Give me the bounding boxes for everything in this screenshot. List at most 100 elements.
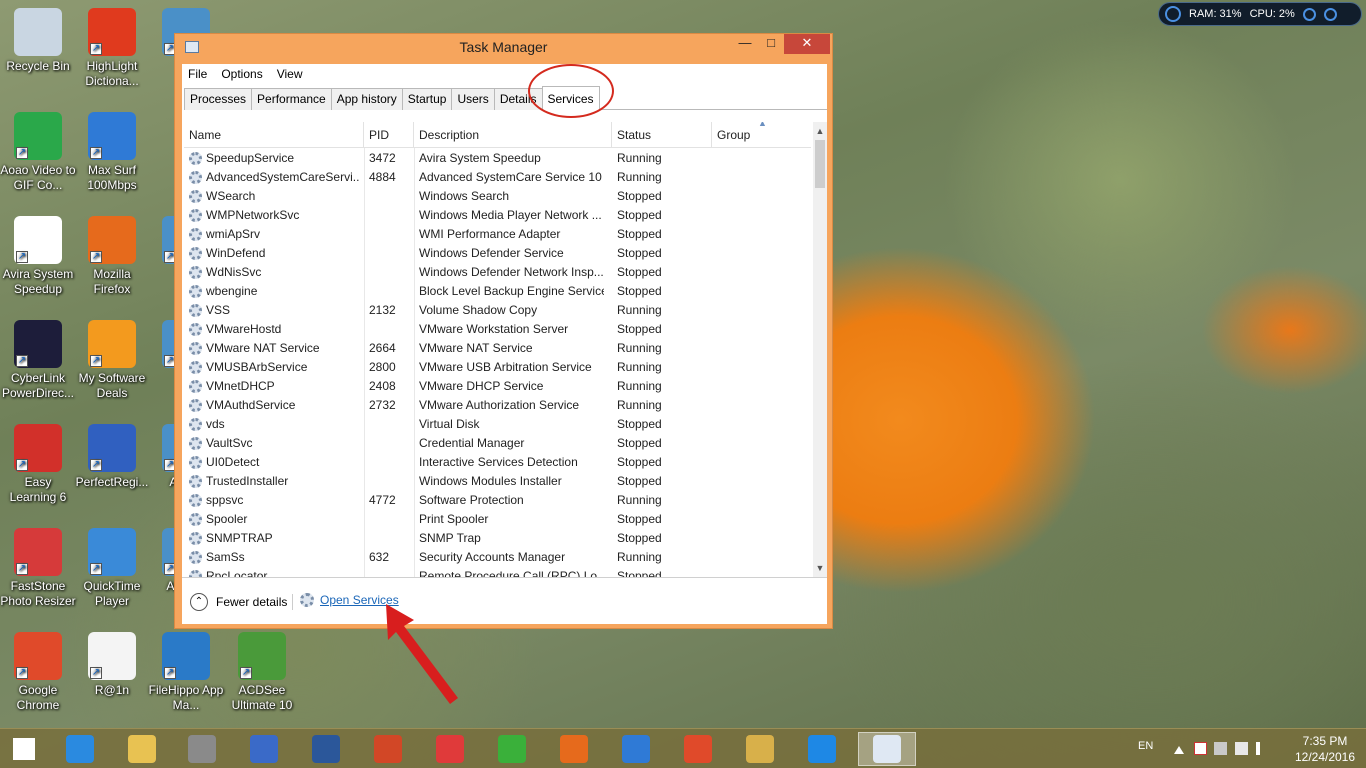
taskbar-abc-button[interactable] (244, 732, 284, 766)
service-status: Stopped (617, 227, 662, 241)
desktop-icon[interactable]: ↗ QuickTime Player (74, 528, 150, 609)
desktop-icon[interactable]: ↗ My Software Deals (74, 320, 150, 401)
desktop-icon[interactable]: ↗ Google Chrome (0, 632, 76, 713)
service-pid: 2664 (369, 341, 396, 355)
table-row[interactable]: VMAuthdService 2732 VMware Authorization S… (184, 396, 811, 415)
close-button[interactable]: ✕ (784, 34, 830, 54)
ram-usage: RAM: 31% (1189, 8, 1242, 20)
scroll-up-icon[interactable]: ▲ (813, 124, 827, 138)
taskbar-paint-button[interactable] (740, 732, 780, 766)
menu-file[interactable]: File (188, 67, 207, 81)
desktop-icon-label: FastStone Photo Resizer (0, 579, 76, 608)
table-row[interactable]: vds Virtual Disk Stopped (184, 415, 811, 434)
tab-processes[interactable]: Processes (184, 88, 253, 110)
table-row[interactable]: VMnetDHCP 2408 VMware DHCP Service Running (184, 377, 811, 396)
tab-startup[interactable]: Startup (401, 88, 453, 110)
desktop-icon[interactable]: ↗ R@1n (74, 632, 150, 698)
table-row[interactable]: SpeedupService 3472 Avira System Speedup Ru… (184, 149, 811, 168)
maximize-button[interactable]: □ (757, 34, 785, 54)
desktop-icon[interactable]: ↗ FileHippo App Ma... (148, 632, 224, 713)
column-header-name[interactable]: Name (184, 122, 364, 148)
desktop-icon[interactable]: ↗ Avira System Speedup (0, 216, 76, 297)
desktop-icon[interactable]: ↗ Mozilla Firefox (74, 216, 150, 297)
table-row[interactable]: RpcLocator Remote Procedure Call (RPC) Lo… (184, 567, 811, 577)
column-header-status[interactable]: Status (612, 122, 712, 148)
taskbar-task-manager-button[interactable] (858, 732, 916, 766)
desktop-icon[interactable]: ↗ FastStone Photo Resizer (0, 528, 76, 609)
desktop-icon[interactable]: ↗ PerfectRegi... (74, 424, 150, 490)
performance-gadget[interactable]: RAM: 31% CPU: 2% (1158, 2, 1362, 26)
service-name: VMnetDHCP (206, 379, 275, 393)
desktop-icon[interactable]: ↗ Aoao Video to GIF Co... (0, 112, 76, 193)
table-row[interactable]: VMUSBArbService 2800 VMware USB Arbitratio… (184, 358, 811, 377)
paint-icon (746, 735, 774, 763)
taskbar-file-explorer-button[interactable] (122, 732, 162, 766)
gauge-icon[interactable] (1302, 7, 1316, 21)
scroll-thumb[interactable] (815, 140, 825, 188)
table-row[interactable]: VMwareHostd VMware Workstation Server Stop… (184, 320, 811, 339)
volume-icon[interactable] (1256, 742, 1269, 755)
taskbar-word-button[interactable] (306, 732, 346, 766)
expand-icon[interactable] (1323, 7, 1337, 21)
taskbar-max-surf-button[interactable] (616, 732, 656, 766)
table-row[interactable]: WMPNetworkSvc Windows Media Player Networ… (184, 206, 811, 225)
table-row[interactable]: AdvancedSystemCareServi... 4884 Advanced S… (184, 168, 811, 187)
taskbar-firewall-button[interactable] (182, 732, 222, 766)
taskbar-firefox-button[interactable] (554, 732, 594, 766)
tab-users[interactable]: Users (451, 88, 495, 110)
column-header-description[interactable]: Description (414, 122, 612, 148)
service-status: Running (617, 550, 662, 564)
table-row[interactable]: TrustedInstaller Windows Modules Installe… (184, 472, 811, 491)
table-row[interactable]: SNMPTRAP SNMP Trap Stopped (184, 529, 811, 548)
clock-time: 7:35 PM (1302, 734, 1348, 748)
service-description: VMware NAT Service (419, 341, 533, 355)
show-hidden-icons-icon[interactable] (1174, 746, 1184, 754)
vertical-scrollbar[interactable]: ▲ ▼ (813, 122, 827, 577)
tab-performance[interactable]: Performance (251, 88, 332, 110)
scroll-down-icon[interactable]: ▼ (813, 561, 827, 575)
taskbar-start-button[interactable] (4, 732, 44, 766)
shortcut-arrow-icon: ↗ (16, 459, 28, 471)
language-indicator[interactable]: EN (1138, 740, 1153, 752)
service-name: VMUSBArbService (206, 360, 308, 374)
taskbar-advanced-systemcare-button[interactable] (802, 732, 842, 766)
table-row[interactable]: SamSs 632 Security Accounts Manager Running (184, 548, 811, 567)
table-row[interactable]: wmiApSrv WMI Performance Adapter Stopped (184, 225, 811, 244)
shortcut-arrow-icon: ↗ (16, 147, 28, 159)
table-row[interactable]: VaultSvc Credential Manager Stopped (184, 434, 811, 453)
desktop-icon[interactable]: ↗ CyberLink PowerDirec... (0, 320, 76, 401)
taskbar-powerpoint-button[interactable] (368, 732, 408, 766)
menu-options[interactable]: Options (221, 67, 262, 81)
table-row[interactable]: WinDefend Windows Defender Service Stopped (184, 244, 811, 263)
desktop-icon[interactable]: ↗ Easy Learning 6 (0, 424, 76, 505)
taskbar-clock[interactable]: 7:35 PM 12/24/2016 (1294, 733, 1356, 765)
taskbar-internet-explorer-button[interactable] (60, 732, 100, 766)
column-header-pid[interactable]: PID (364, 122, 414, 148)
table-row[interactable]: WSearch Windows Search Stopped (184, 187, 811, 206)
network-icon[interactable] (1235, 742, 1248, 755)
table-row[interactable]: VSS 2132 Volume Shadow Copy Running (184, 301, 811, 320)
table-row[interactable]: sppsvc 4772 Software Protection Running (184, 491, 811, 510)
desktop-icon[interactable]: ↗ HighLight Dictiona... (74, 8, 150, 89)
desktop-icon[interactable]: ↗ ACDSee Ultimate 10 (224, 632, 300, 713)
desktop-icon[interactable]: ↗ Max Surf 100Mbps (74, 112, 150, 193)
service-description: Windows Search (419, 189, 510, 203)
table-row[interactable]: UI0Detect Interactive Services Detection S… (184, 453, 811, 472)
table-row[interactable]: VMware NAT Service 2664 VMware NAT Service… (184, 339, 811, 358)
abc-icon (250, 735, 278, 763)
fewer-details-button[interactable]: ⌃ Fewer details (190, 593, 287, 611)
action-center-icon[interactable] (1194, 742, 1207, 755)
menu-view[interactable]: View (277, 67, 303, 81)
shortcut-arrow-icon: ↗ (164, 667, 176, 679)
table-row[interactable]: Spooler Print Spooler Stopped (184, 510, 811, 529)
minimize-button[interactable]: — (731, 34, 759, 54)
advanced-systemcare-icon (808, 735, 836, 763)
tab-app-history[interactable]: App history (330, 88, 403, 110)
taskbar-picpick-button[interactable] (430, 732, 470, 766)
table-row[interactable]: wbengine Block Level Backup Engine Servic… (184, 282, 811, 301)
tray-app-icon[interactable] (1214, 742, 1227, 755)
taskbar-terminal-button[interactable] (492, 732, 532, 766)
desktop-icon[interactable]: Recycle Bin (0, 8, 76, 74)
taskbar-chrome-button[interactable] (678, 732, 718, 766)
table-row[interactable]: WdNisSvc Windows Defender Network Insp...… (184, 263, 811, 282)
